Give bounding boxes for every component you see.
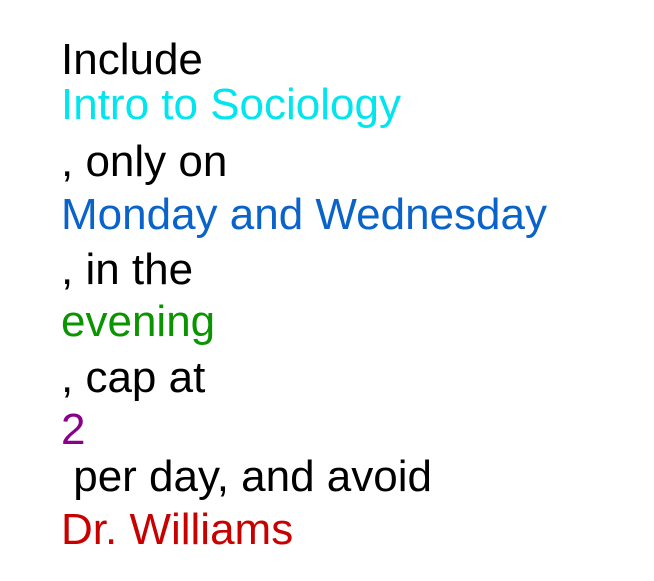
cap-number-highlight: 2 [61, 405, 86, 454]
text-only-on: , only on [61, 137, 228, 186]
time-of-day-highlight: evening [61, 297, 216, 346]
text-include: Include [61, 35, 203, 84]
text-cap-at: , cap at [61, 353, 206, 402]
constraint-instruction: Include Intro to Sociology , only on Mon… [0, 0, 654, 581]
days-highlight: Monday and Wednesday [61, 190, 547, 239]
text-per-day-avoid: per day, and avoid [61, 452, 432, 501]
instructor-highlight: Dr. Williams [61, 505, 294, 554]
course-highlight: Intro to Sociology [61, 80, 401, 129]
text-in-the: , in the [61, 245, 194, 294]
